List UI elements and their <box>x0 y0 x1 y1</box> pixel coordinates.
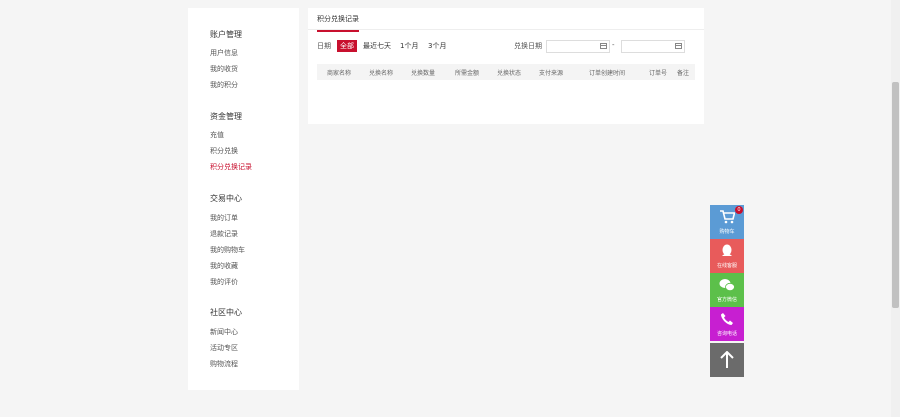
date-range-label: 兑换日期 <box>514 42 542 50</box>
sidebar-item-shopping-guide[interactable]: 购物流程 <box>210 359 238 369</box>
end-date-input[interactable] <box>621 40 685 53</box>
sidebar-item-refunds[interactable]: 退款记录 <box>210 229 238 239</box>
cart-label: 购物车 <box>719 229 735 235</box>
column-header: 兑换数量 <box>411 70 436 77</box>
filter-last-7-days-chip[interactable]: 最近七天 <box>363 41 391 51</box>
column-header: 商家名称 <box>327 70 352 77</box>
column-header: 兑换状态 <box>497 70 522 77</box>
column-header: 订单号 <box>649 70 668 77</box>
phone-label: 咨询电话 <box>716 331 737 337</box>
phone-icon <box>710 312 744 330</box>
sidebar-item-my-cart[interactable]: 我的购物车 <box>210 245 245 255</box>
sidebar-item-my-points[interactable]: 我的积分 <box>210 80 238 90</box>
column-header: 兑换名称 <box>369 70 394 77</box>
filter-3-months-chip[interactable]: 3个月 <box>428 41 446 51</box>
filter-1-month-chip[interactable]: 1个月 <box>400 41 418 51</box>
sidebar-item-my-address[interactable]: 我的收货 <box>210 64 238 74</box>
cart-count-badge: 0 <box>735 206 743 214</box>
records-table-header: 商家名称 兑换名称 兑换数量 所需金额 兑换状态 支付来源 订单创建时间 订单号… <box>317 64 695 80</box>
sidebar-item-news[interactable]: 新闻中心 <box>210 327 238 337</box>
calendar-icon[interactable] <box>600 43 607 49</box>
calendar-icon[interactable] <box>675 43 682 49</box>
section-title-community: 社区中心 <box>210 308 242 317</box>
date-filter-label: 日期 <box>317 42 331 50</box>
date-range-separator: - <box>612 41 615 49</box>
sidebar-item-my-reviews[interactable]: 我的评价 <box>210 277 238 287</box>
phone-float-button[interactable]: 咨询电话 <box>710 307 744 341</box>
cart-float-button[interactable]: 0 购物车 <box>710 205 744 239</box>
sidebar-item-points-exchange[interactable]: 积分兑换 <box>210 146 238 156</box>
wechat-label: 官方微信 <box>716 297 737 303</box>
page-scrollbar[interactable] <box>891 0 900 417</box>
wechat-icon <box>710 278 744 296</box>
scrollbar-thumb[interactable] <box>892 82 899 308</box>
sidebar-item-my-orders[interactable]: 我的订单 <box>210 213 238 223</box>
qq-icon <box>710 244 744 263</box>
column-header: 订单创建时间 <box>589 70 626 77</box>
sidebar-item-user-info[interactable]: 用户信息 <box>210 48 238 58</box>
filter-all-chip[interactable]: 全部 <box>337 40 357 52</box>
tab-bar: 积分兑换记录 <box>308 8 704 32</box>
back-to-top-button[interactable] <box>710 343 744 377</box>
column-header: 支付来源 <box>539 70 564 77</box>
sidebar-item-exchange-records[interactable]: 积分兑换记录 <box>210 162 252 172</box>
online-service-label: 在线客服 <box>716 263 737 269</box>
start-date-input[interactable] <box>546 40 610 53</box>
section-title-funds: 资金管理 <box>210 112 242 121</box>
wechat-float-button[interactable]: 官方微信 <box>710 273 744 307</box>
exchange-records-panel: 积分兑换记录 日期 全部 最近七天 1个月 3个月 兑换日期 - 商家名称 兑换… <box>308 8 704 124</box>
account-sidebar: 账户管理 用户信息 我的收货 我的积分 资金管理 充值 积分兑换 积分兑换记录 … <box>188 8 299 390</box>
column-header: 备注 <box>677 70 690 77</box>
sidebar-item-recharge[interactable]: 充值 <box>210 130 224 140</box>
tab-exchange-records[interactable]: 积分兑换记录 <box>317 14 359 32</box>
arrow-up-icon <box>710 350 744 373</box>
online-service-float-button[interactable]: 在线客服 <box>710 239 744 273</box>
column-header: 所需金额 <box>455 70 480 77</box>
section-title-trade: 交易中心 <box>210 194 242 203</box>
sidebar-item-favorites[interactable]: 我的收藏 <box>210 261 238 271</box>
sidebar-item-activities[interactable]: 活动专区 <box>210 343 238 353</box>
section-title-account: 账户管理 <box>210 30 242 39</box>
